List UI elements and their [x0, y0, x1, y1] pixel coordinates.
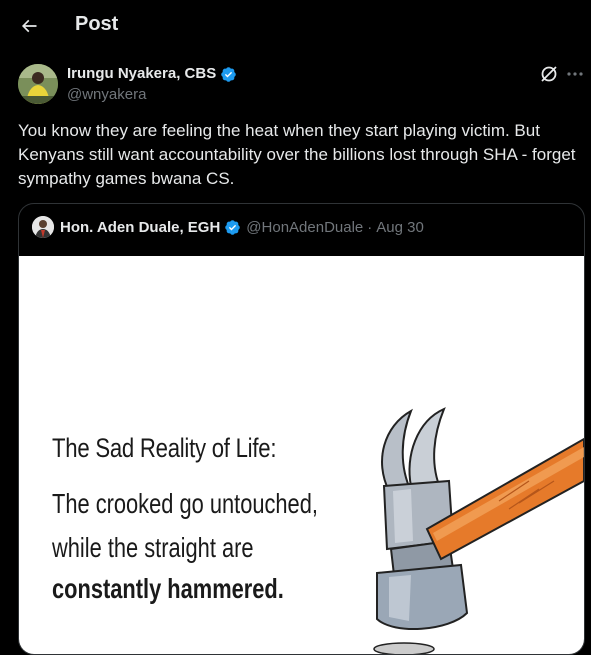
- author-avatar[interactable]: [18, 64, 58, 104]
- quoted-post-header: Hon. Aden Duale, EGH @HonAdenDuale · Aug…: [32, 216, 424, 238]
- image-text-line-1: The crooked go untouched,: [52, 488, 318, 519]
- quoted-author-name[interactable]: Hon. Aden Duale, EGH: [60, 219, 220, 236]
- quoted-separator: ·: [367, 218, 373, 236]
- hammer-illustration: [373, 407, 584, 654]
- tweet-text: You know they are feeling the heat when …: [18, 121, 576, 188]
- page-title: Post: [75, 13, 119, 35]
- image-heading: The Sad Reality of Life:: [52, 433, 277, 463]
- quoted-author-avatar[interactable]: [32, 216, 54, 238]
- quoted-post[interactable]: Hon. Aden Duale, EGH @HonAdenDuale · Aug…: [18, 203, 585, 655]
- more-button[interactable]: [565, 64, 585, 84]
- arrow-left-icon: [21, 19, 37, 33]
- author-name[interactable]: Irungu Nyakera, CBS: [67, 65, 237, 83]
- author-handle[interactable]: @wnyakera: [67, 86, 146, 104]
- more-horizontal-icon: [567, 72, 583, 76]
- quoted-avatar-image: [32, 216, 54, 238]
- back-button[interactable]: [14, 11, 44, 41]
- verified-badge-icon: [221, 66, 236, 82]
- grok-button[interactable]: [539, 64, 559, 84]
- author-name-text: Irungu Nyakera, CBS: [67, 65, 217, 82]
- image-text-line-3: constantly hammered.: [52, 573, 284, 604]
- quoted-post-date[interactable]: Aug 30: [376, 219, 424, 236]
- avatar-image: [18, 64, 58, 104]
- verified-badge-icon: [225, 219, 241, 235]
- grok-icon: [541, 66, 557, 82]
- top-header: Post: [0, 0, 591, 50]
- quoted-author-handle: @HonAdenDuale: [246, 218, 364, 236]
- image-text-line-2: while the straight are: [52, 532, 254, 563]
- quoted-post-image[interactable]: The Sad Reality of Life: The crooked go …: [19, 256, 584, 654]
